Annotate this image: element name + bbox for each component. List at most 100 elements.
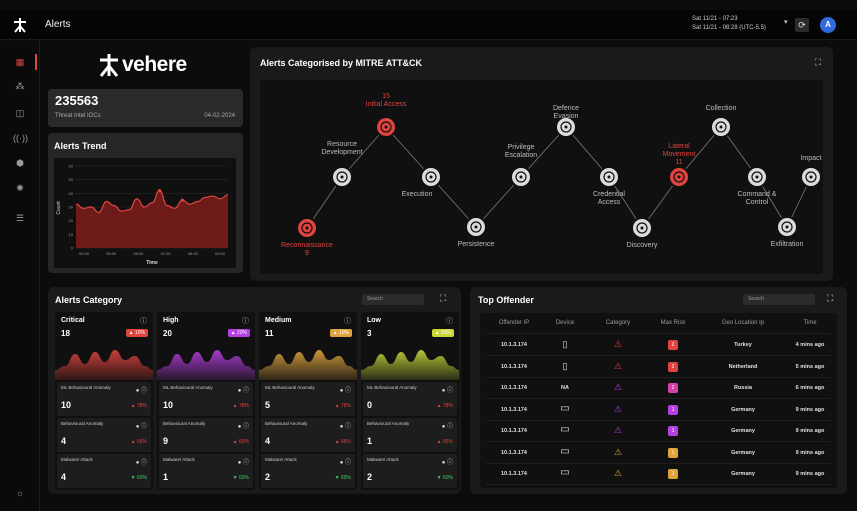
severity-card-medium[interactable]: Medium ⓘ 11 ▲ 10% ML Behavioural Anomaly… [259,312,357,490]
alerts-category-title: Alerts Category [55,295,123,305]
sub-category-value: 4 [61,436,67,446]
info-icon[interactable]: ⓘ [242,316,249,326]
sub-category-row[interactable]: Malware/ Attack ● ⓘ 1 ▼ 60% [159,454,253,488]
threat-intel-count: 235563 [55,93,99,108]
view-icon[interactable]: ● ⓘ [136,457,147,466]
mitre-node[interactable] [331,166,353,188]
timezone-dropdown-icon[interactable]: ▾ [784,18,788,26]
network-icon[interactable]: ⁂ [13,79,27,93]
shield-icon[interactable]: ⬢ [13,156,27,170]
column-header[interactable]: Geo Location Ip [722,320,764,326]
alerts-icon[interactable]: ◫ [13,106,27,120]
info-icon[interactable]: ⓘ [140,316,147,326]
sub-category-value: 10 [163,400,174,410]
refresh-button[interactable]: ⟳ [795,18,809,32]
offender-ip: 10.1.3.174 [501,406,527,413]
mitre-node[interactable] [510,166,532,188]
info-icon[interactable]: ⓘ [446,316,453,326]
brand-name: vehere [122,53,187,76]
view-icon[interactable]: ● ⓘ [136,385,147,394]
column-header[interactable]: Time [803,320,816,326]
alerts-category-search-input[interactable]: Search [362,294,424,305]
mitre-node[interactable] [668,166,690,188]
y-tick-label: 40 [69,191,74,196]
alerts-trend-plot[interactable]: 60 50 40 30 20 10 0 04:00 05:00 06:00 07:00 08:00 09… [54,158,236,268]
view-icon[interactable]: ● ⓘ [340,421,351,430]
time-ago: 5 mins ago [795,363,825,370]
severity-card-low[interactable]: Low ⓘ 3 ▲ 10% ML Behavioural Anomaly ● ⓘ… [361,312,459,490]
sub-category-row[interactable]: Malware/ Attack ● ⓘ 2 ▼ 60% [363,454,457,488]
sub-category-row[interactable]: Behavioural Anomaly ● ⓘ 4 ▲ 66% [57,418,151,452]
mitre-node[interactable] [631,217,653,239]
sub-category-row[interactable]: Behavioural Anomaly ● ⓘ 1 ▲ 66% [363,418,457,452]
column-header[interactable]: Max Risk [661,320,686,326]
sub-category-value: 0 [367,400,373,410]
settings-gear-icon[interactable]: ✺ [13,181,27,195]
view-icon[interactable]: ● ⓘ [442,385,453,394]
view-icon[interactable]: ● ⓘ [238,457,249,466]
mitre-node[interactable] [598,166,620,188]
mitre-label: Reconnaissance 9 [281,242,333,258]
severity-card-high[interactable]: High ⓘ 20 ▲ 20% ML Behavioural Anomaly ●… [157,312,255,490]
column-header[interactable]: Device [556,320,574,326]
report-icon[interactable]: ☰ [13,211,27,225]
mitre-node[interactable] [710,116,732,138]
sub-category-row[interactable]: ML Behavioural Anomaly ● ⓘ 10 ▲ 78% [57,382,151,416]
column-header[interactable]: Category [606,320,630,326]
mitre-node[interactable] [465,216,487,238]
mitre-label: Lateral Movement 11 [663,143,696,167]
severity-change-badge: ▲ 20% [227,329,250,337]
dashboard-icon[interactable]: ▦ [13,55,27,69]
x-tick-label: 06:00 [133,251,144,256]
expand-icon[interactable]: ⛶ [815,57,821,68]
sub-category-name: Malware/ Attack [163,457,195,462]
max-risk-badge: 1 [668,469,678,479]
mitre-node[interactable] [296,217,318,239]
vehere-logo-icon[interactable] [12,17,28,33]
trend-point[interactable] [158,189,162,193]
mitre-node[interactable] [746,166,768,188]
column-header[interactable]: Offender IP [499,320,530,326]
mitre-node[interactable] [420,166,442,188]
mitre-label-line: Development [321,149,363,156]
sub-category-row[interactable]: ML Behavioural Anomaly ● ⓘ 10 ▲ 78% [159,382,253,416]
max-risk-badge: 2 [668,383,678,393]
mitre-node[interactable] [776,216,798,238]
user-avatar[interactable]: A [820,17,836,33]
view-icon[interactable]: ● ⓘ [340,385,351,394]
time-ago: 9 mins ago [795,428,825,434]
top-offender-search-input[interactable]: Search [743,294,815,305]
trend-point[interactable] [180,198,184,202]
mitre-node[interactable] [375,116,397,138]
view-icon[interactable]: ● ⓘ [442,421,453,430]
info-icon[interactable]: ⓘ [344,316,351,326]
sub-category-row[interactable]: Malware/ Attack ● ⓘ 2 ▼ 60% [261,454,355,488]
datetime-line-2: Sat 11/21 - 08:28 (UTC-5.5) [692,25,766,31]
expand-icon[interactable]: ⛶ [827,293,833,304]
mitre-label-line: Access [597,199,621,206]
severity-card-critical[interactable]: Critical ⓘ 18 ▲ 10% ML Behavioural Anoma… [55,312,153,490]
view-icon[interactable]: ● ⓘ [136,421,147,430]
sub-category-row[interactable]: ML Behavioural Anomaly ● ⓘ 5 ▲ 78% [261,382,355,416]
top-bar: Alerts Sat 11/21 - 07:23 Sat 11/21 - 08:… [0,10,857,40]
sub-category-row[interactable]: Behavioural Anomaly ● ⓘ 9 ▲ 60% [159,418,253,452]
expand-icon[interactable]: ⛶ [440,293,446,304]
sun-icon[interactable]: ☼ [13,486,27,500]
sub-category-change: ▼ 60% [334,475,351,481]
row-divider [486,484,831,485]
severity-count: 3 [367,329,372,338]
mitre-node[interactable] [800,166,822,188]
sub-category-row[interactable]: ML Behavioural Anomaly ● ⓘ 0 ▲ 78% [363,382,457,416]
view-icon[interactable]: ● ⓘ [340,457,351,466]
sub-category-value: 10 [61,400,72,410]
view-icon[interactable]: ● ⓘ [238,385,249,394]
alerts-category-panel: Alerts Category Search ⛶ Critical ⓘ 18 ▲… [48,287,461,494]
laptop-icon: ▭ [560,467,570,478]
sub-category-row[interactable]: Behavioural Anomaly ● ⓘ 4 ▲ 66% [261,418,355,452]
sub-category-row[interactable]: Malware/ Attack ● ⓘ 4 ▼ 60% [57,454,151,488]
view-icon[interactable]: ● ⓘ [238,421,249,430]
sub-category-name: Malware/ Attack [265,457,297,462]
signal-icon[interactable]: ((·)) [13,131,28,145]
view-icon[interactable]: ● ⓘ [442,457,453,466]
sub-category-name: Behavioural Anomaly [265,421,308,426]
